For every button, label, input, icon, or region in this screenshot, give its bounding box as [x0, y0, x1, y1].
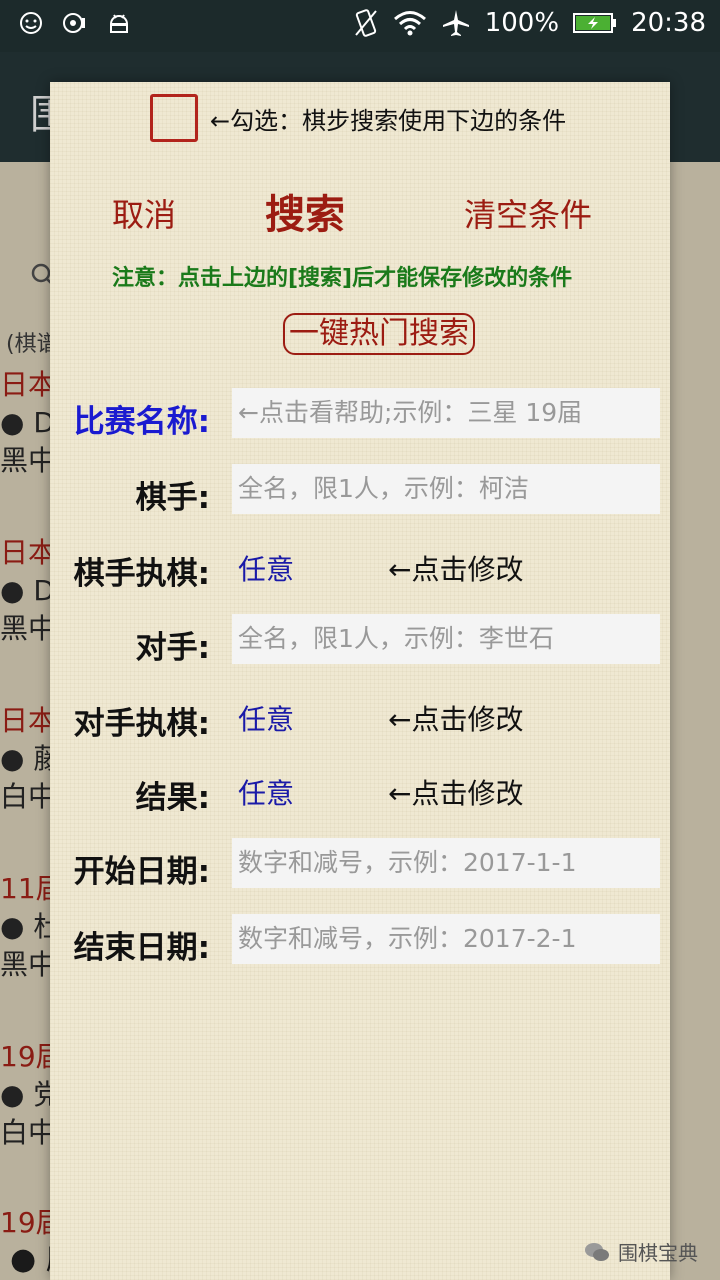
player-label: 棋手:: [135, 480, 210, 516]
start-date-label: 开始日期:: [73, 854, 210, 890]
end-date-row: 结束日期: 数字和减号，示例：2017-2-1: [50, 914, 670, 966]
battery-icon: [573, 13, 617, 33]
save-note: 注意：点击上边的[搜索]后才能保存修改的条件: [112, 266, 573, 291]
search-dialog: ←勾选：棋步搜索使用下边的条件 取消 搜索 清空条件 注意：点击上边的[搜索]后…: [50, 82, 670, 1280]
player-color-label: 棋手执棋:: [73, 556, 210, 592]
match-name-input[interactable]: ←点击看帮助;示例：三星 19届: [232, 388, 660, 438]
player-color-tip: ←点击修改: [388, 553, 524, 586]
watermark-text: 围棋宝典: [618, 1241, 698, 1265]
result-select[interactable]: 任意: [238, 772, 294, 812]
opponent-row: 对手: 全名，限1人，示例：李世石: [50, 614, 670, 666]
android-icon: [109, 14, 129, 33]
status-bar: 100% 20:38: [0, 0, 720, 52]
cancel-button[interactable]: 取消: [112, 190, 176, 236]
wifi-icon: [393, 11, 426, 36]
face-icon: [20, 12, 42, 34]
opponent-color-tip: ←点击修改: [388, 703, 524, 736]
opponent-label: 对手:: [135, 630, 210, 666]
eye-icon: [63, 13, 85, 33]
result-label: 结果:: [135, 780, 210, 816]
status-left-icons: [18, 10, 132, 36]
opponent-color-select[interactable]: 任意: [238, 698, 294, 738]
airplane-icon: [442, 10, 469, 36]
result-tip: ←点击修改: [388, 777, 524, 810]
use-conditions-label: ←勾选：棋步搜索使用下边的条件: [210, 106, 567, 135]
match-name-row: 比赛名称: ←点击看帮助;示例：三星 19届: [50, 388, 670, 440]
player-color-select[interactable]: 任意: [238, 548, 294, 588]
wechat-icon: [585, 1242, 609, 1261]
battery-percent: 100%: [484, 8, 560, 38]
dialog-actions: 取消 搜索 清空条件: [50, 182, 670, 242]
opponent-color-label: 对手执棋:: [73, 706, 210, 742]
result-row: 结果: 任意 ←点击修改: [50, 764, 670, 816]
player-input[interactable]: 全名，限1人，示例：柯洁: [232, 464, 660, 514]
player-row: 棋手: 全名，限1人，示例：柯洁: [50, 464, 670, 516]
opponent-input[interactable]: 全名，限1人，示例：李世石: [232, 614, 660, 664]
status-right: 100% 20:38: [353, 8, 706, 38]
hot-search-button[interactable]: 一键热门搜索: [283, 313, 475, 355]
match-name-label[interactable]: 比赛名称:: [74, 396, 210, 441]
end-date-label: 结束日期:: [73, 930, 210, 966]
clear-conditions-button[interactable]: 清空条件: [464, 190, 592, 236]
player-color-row: 棋手执棋: 任意 ←点击修改: [50, 540, 670, 592]
opponent-color-row: 对手执棋: 任意 ←点击修改: [50, 690, 670, 742]
clock: 20:38: [631, 8, 706, 38]
end-date-input[interactable]: 数字和减号，示例：2017-2-1: [232, 914, 660, 964]
watermark: 围棋宝典: [584, 1237, 698, 1266]
use-conditions-checkbox[interactable]: [150, 94, 198, 142]
vibrate-icon: [354, 9, 377, 37]
start-date-input[interactable]: 数字和减号，示例：2017-1-1: [232, 838, 660, 888]
use-conditions-row: ←勾选：棋步搜索使用下边的条件: [150, 94, 566, 142]
search-button[interactable]: 搜索: [265, 182, 345, 240]
start-date-row: 开始日期: 数字和减号，示例：2017-1-1: [50, 838, 670, 890]
